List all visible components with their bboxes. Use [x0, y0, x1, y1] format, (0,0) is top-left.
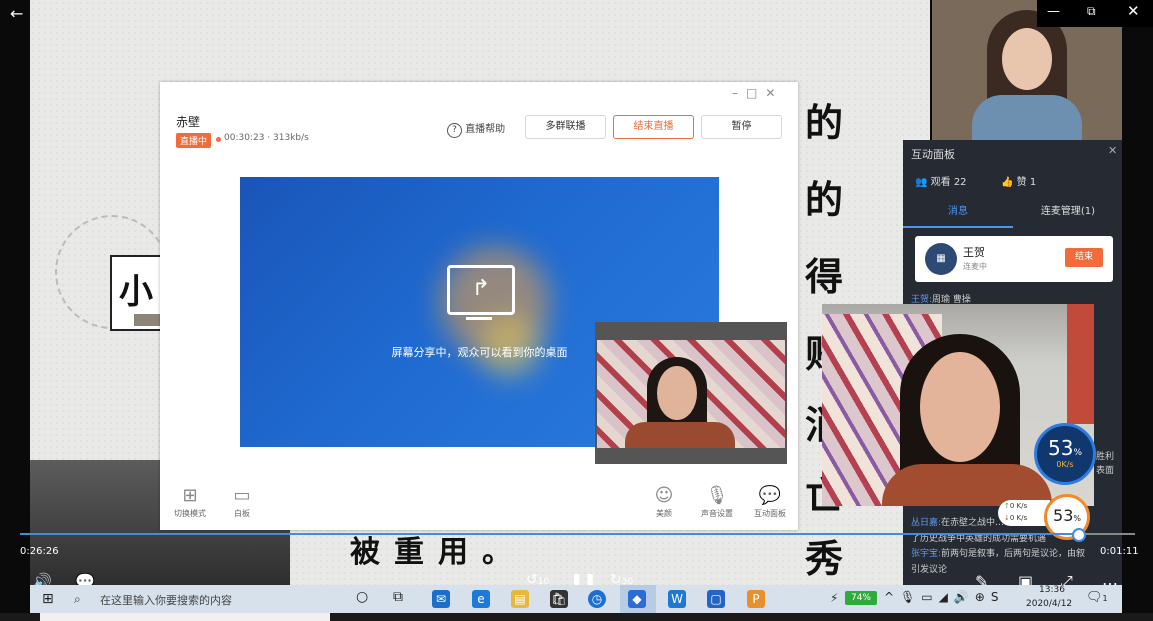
tool-label: 声音设置	[701, 509, 733, 518]
task-view-icon[interactable]: ⧉	[393, 589, 403, 605]
help-label: 直播帮助	[465, 124, 506, 135]
windows-start-icon[interactable]: ⊞	[42, 591, 54, 607]
student-face	[920, 352, 1000, 462]
co-host-card: ▦ 王贺 连麦中 结束	[915, 236, 1113, 282]
wps-writer-icon[interactable]: W	[668, 590, 686, 608]
pause-button[interactable]: 暂停	[701, 115, 782, 139]
remaining-time: 0:01:11	[1100, 546, 1139, 557]
chat-message: 引发议论	[911, 565, 948, 575]
chat-message: 张宇宝:前两句是叙事，后两句是议论，由叙	[911, 549, 1086, 559]
tab-messages[interactable]: 消息	[903, 202, 1013, 217]
screen-share-stand	[466, 317, 492, 320]
seek-bar[interactable]	[20, 533, 1135, 535]
gauge-speed: 0K/s	[1056, 460, 1074, 469]
callig-char: 得	[805, 254, 844, 299]
student-face	[657, 366, 697, 420]
mail-icon[interactable]: ✉	[432, 590, 450, 608]
edge-browser-icon[interactable]: e	[472, 590, 490, 608]
tab-underline	[903, 226, 1013, 228]
callig-char: 秀	[805, 536, 844, 581]
live-badge: 直播中	[176, 133, 212, 148]
tray-icons[interactable]: ^🎙▭◢🔊⊕S	[884, 590, 1004, 604]
taskbar-search-input[interactable]: 在这里输入你要搜索的内容	[100, 592, 232, 608]
multi-group-button[interactable]: 多群联播	[525, 115, 606, 139]
back-arrow-icon[interactable]: ←	[10, 4, 23, 23]
tab-mic-management[interactable]: 连麦管理(1)	[1013, 202, 1123, 217]
search-icon[interactable]: ⌕	[74, 592, 81, 607]
callig-char: 的	[805, 100, 844, 145]
tool-label: 美颜	[656, 509, 672, 518]
taskbar-time: 13:36	[1039, 585, 1065, 595]
close-icon[interactable]: ✕	[1127, 2, 1140, 20]
switch-mode-button[interactable]: ⊞ 切换模式	[160, 484, 220, 519]
tool-label: 白板	[234, 509, 250, 518]
callig-char: 的	[805, 177, 844, 222]
teacher-face	[1002, 28, 1052, 90]
taskbar-date: 2020/4/12	[1026, 599, 1073, 609]
viewer-count: 👥 观看 22	[915, 177, 967, 188]
file-explorer-icon[interactable]: ▤	[511, 590, 529, 608]
student-shirt	[625, 422, 735, 448]
help-link[interactable]: ? 直播帮助	[447, 120, 505, 138]
dialog-title: 赤壁	[176, 115, 201, 129]
dialog-minimize-icon[interactable]: –	[732, 86, 746, 100]
avatar: ▦	[925, 243, 957, 275]
app-icon[interactable]: ▢	[707, 590, 725, 608]
gauge-percent: 53%	[1047, 436, 1082, 460]
host-status: 连麦中	[963, 262, 987, 271]
ppt-icon[interactable]: P	[747, 590, 765, 608]
panel-close-icon[interactable]: ✕	[1108, 144, 1117, 157]
like-count: 👍 赞 1	[1001, 177, 1037, 188]
live-stats: 00:30:23 · 313kb/s	[224, 133, 309, 143]
store-icon[interactable]: 🛍	[550, 590, 568, 608]
restore-icon[interactable]: ⧉	[1087, 4, 1096, 19]
tool-label: 切换模式	[174, 509, 206, 518]
dialog-window-controls: –□✕	[732, 86, 783, 100]
calendar-poster	[1067, 304, 1094, 424]
bottom-strip	[0, 613, 1153, 621]
thumb-up-icon: 👍	[1001, 177, 1014, 188]
interaction-panel-button[interactable]: 💬 互动面板	[740, 484, 800, 519]
live-dot-icon	[216, 137, 221, 142]
smile-icon: ☺	[654, 485, 674, 506]
net-speed-mini: ↑0 K/s ↓0 K/s	[998, 500, 1050, 526]
title-tag	[134, 314, 162, 326]
window-controls: — ⧉ ✕	[1037, 0, 1153, 27]
teacher-shirt	[972, 95, 1082, 140]
gauge2-percent: 53%	[1053, 506, 1081, 525]
end-co-host-button[interactable]: 结束	[1065, 248, 1103, 267]
seek-handle[interactable]	[1072, 528, 1086, 542]
windows-taskbar: ⊞ ⌕ 在这里输入你要搜索的内容 ○ ⧉ ✉ e ▤ 🛍 ◷ ◆ W ▢ P ⚡…	[30, 585, 1122, 613]
sound-settings-button[interactable]: 🎙 声音设置	[687, 484, 747, 519]
network-speed-gauge: 53% 0K/s	[1034, 423, 1096, 485]
seek-progress	[20, 533, 1075, 535]
host-name: 王贺	[963, 246, 985, 259]
help-icon: ?	[447, 123, 462, 138]
grid-icon: ⊞	[182, 485, 198, 506]
battery-badge[interactable]: 74%	[845, 591, 877, 605]
dialog-close-icon[interactable]: ✕	[765, 86, 783, 100]
panel-title: 互动面板	[911, 148, 955, 161]
dingtalk-icon[interactable]: ◆	[628, 590, 646, 608]
student-webcam-small	[595, 322, 787, 464]
notification-icon[interactable]: 🗨1	[1086, 590, 1108, 605]
screen-share-icon: ↱	[447, 265, 515, 315]
whiteboard-button[interactable]: ▭ 白板	[212, 484, 272, 519]
minimize-icon[interactable]: —	[1047, 4, 1060, 19]
strip-window	[40, 613, 330, 621]
chat-icon: 💬	[758, 485, 782, 506]
clock-app-icon[interactable]: ◷	[588, 590, 606, 608]
cortana-icon[interactable]: ○	[356, 589, 368, 605]
flash-icon[interactable]: ⚡	[830, 591, 838, 605]
viewers-icon: 👥	[915, 177, 928, 188]
current-time: 0:26:26	[20, 546, 59, 557]
beauty-button[interactable]: ☺ 美颜	[634, 484, 694, 519]
end-live-button[interactable]: 结束直播	[613, 115, 694, 139]
truncated-side-text: 胜利 表面	[1096, 452, 1115, 476]
whiteboard-icon: ▭	[233, 485, 251, 506]
tool-label: 互动面板	[754, 509, 786, 518]
mic-icon: 🎙	[705, 485, 729, 506]
dialog-maximize-icon[interactable]: □	[746, 86, 765, 100]
